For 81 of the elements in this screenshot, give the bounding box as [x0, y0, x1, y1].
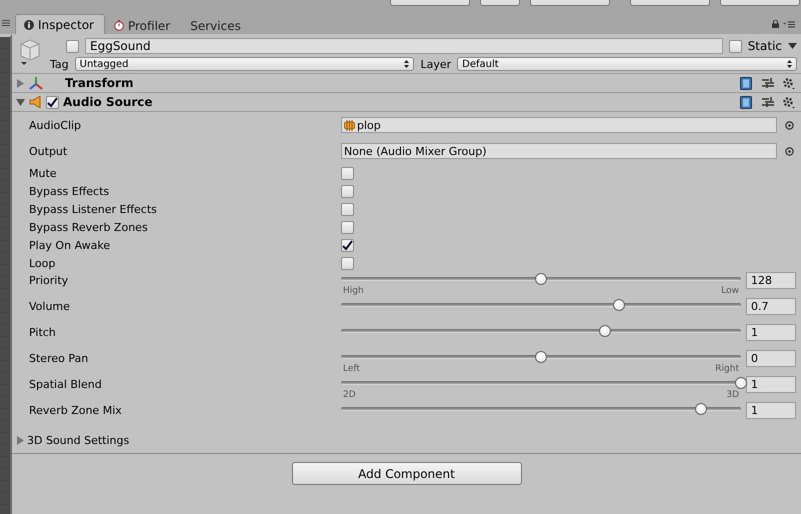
slider-max-label: Low [721, 286, 739, 296]
object-picker-icon[interactable] [785, 146, 794, 156]
tab[interactable]: Profiler [104, 16, 182, 34]
component-title: Transform [65, 76, 134, 90]
lock-icon[interactable] [772, 20, 779, 28]
property-label: Reverb Zone Mix [28, 403, 123, 417]
sliders-icon[interactable] [762, 96, 774, 108]
up-down-arrows-icon [404, 60, 410, 68]
slider-min-label: 2D [343, 390, 356, 400]
property-label: Volume [28, 299, 71, 313]
active-checkbox[interactable] [66, 40, 79, 52]
axes-icon [29, 76, 43, 90]
add-component-button[interactable]: Add Component [292, 462, 522, 485]
audio-clip-icon [344, 120, 355, 130]
tab[interactable]: Inspector [15, 14, 105, 34]
property-label: Pitch [28, 325, 57, 339]
property-label: Bypass Reverb Zones [28, 220, 149, 234]
property-label: Spatial Blend [28, 377, 103, 391]
property-label: Play On Awake [28, 238, 112, 252]
number-field[interactable]: 1 [746, 324, 796, 341]
static-checkbox[interactable] [728, 40, 742, 52]
sliders-icon[interactable] [762, 77, 774, 89]
slider-max-label: 3D [726, 390, 739, 400]
tab[interactable]: Services [181, 16, 252, 34]
slider-min-label: High [343, 286, 364, 296]
object-field[interactable]: None (Audio Mixer Group) [341, 143, 777, 159]
menu-icon[interactable] [783, 20, 795, 28]
checkbox[interactable] [341, 256, 354, 270]
foldout-arrow-icon[interactable] [16, 78, 25, 88]
number-field[interactable]: 128 [746, 272, 796, 289]
slider-max-label: Right [715, 364, 739, 374]
slider-thumb[interactable] [613, 299, 625, 311]
property-label: Bypass Effects [28, 184, 110, 198]
foldout-arrow-icon[interactable] [16, 98, 25, 106]
slider-thumb[interactable] [735, 377, 747, 389]
checkbox[interactable] [341, 238, 354, 252]
static-label: Static [748, 39, 782, 53]
property-label: Loop [28, 256, 56, 270]
checkbox[interactable] [341, 184, 354, 198]
property-label: Output [28, 144, 68, 158]
property-label: Bypass Listener Effects [28, 202, 158, 216]
property-label: Stereo Pan [28, 351, 90, 365]
checkbox[interactable] [341, 220, 354, 234]
layer-label: Layer [420, 58, 452, 70]
help-book-icon[interactable] [740, 76, 752, 90]
up-down-arrows-icon [787, 60, 792, 68]
cube-icon[interactable] [18, 38, 42, 68]
slider-thumb[interactable] [599, 325, 611, 337]
component-title: Audio Source [63, 95, 153, 109]
slider-thumb[interactable] [535, 351, 547, 363]
foldout-label[interactable]: 3D Sound Settings [27, 434, 130, 447]
layer-dropdown[interactable]: Default [457, 57, 798, 71]
tag-label: Tag [50, 58, 69, 70]
number-field[interactable]: 0 [746, 350, 796, 367]
gear-icon[interactable] [782, 76, 795, 90]
slider-thumb[interactable] [695, 403, 707, 415]
number-field[interactable]: 1 [746, 402, 796, 419]
checkbox[interactable] [341, 202, 354, 216]
property-label: Priority [28, 273, 70, 287]
dropdown-arrow-icon[interactable] [788, 43, 797, 49]
object-field[interactable]: plop [341, 117, 777, 133]
menu-icon[interactable] [2, 20, 10, 26]
stopwatch-icon [114, 20, 124, 31]
property-label: AudioClip [28, 118, 82, 132]
property-label: Mute [28, 166, 58, 180]
component-header[interactable]: Audio Source [12, 93, 801, 112]
component-header[interactable]: Transform [12, 74, 801, 93]
number-field[interactable]: 0.7 [746, 298, 796, 315]
tag-dropdown[interactable]: Untagged [74, 57, 414, 71]
checkbox[interactable] [341, 166, 354, 180]
help-book-icon[interactable] [740, 96, 752, 108]
slider-thumb[interactable] [535, 273, 547, 285]
enabled-checkbox[interactable] [46, 96, 59, 108]
name-field[interactable]: EggSound [85, 38, 723, 54]
gear-icon[interactable] [782, 96, 795, 108]
speaker-icon [29, 96, 42, 108]
foldout-arrow-icon[interactable] [16, 436, 25, 445]
info-icon [24, 20, 34, 30]
slider-min-label: Left [343, 364, 360, 374]
number-field[interactable]: 1 [746, 376, 796, 393]
object-picker-icon[interactable] [785, 120, 794, 130]
